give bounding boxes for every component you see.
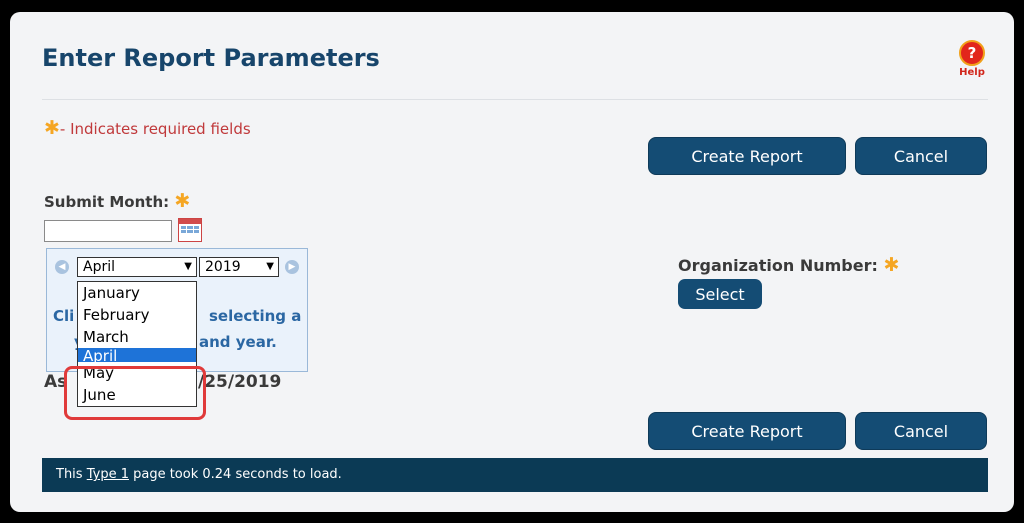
load-time-footer: This Type 1 page took 0.24 seconds to lo… — [42, 458, 988, 492]
required-star-icon: ✱ — [44, 117, 60, 139]
organization-number-label: Organization Number: ✱ — [678, 254, 899, 276]
footer-type-link[interactable]: Type 1 — [87, 467, 129, 482]
required-star-icon: ✱ — [883, 254, 900, 276]
month-select-value: April — [83, 259, 115, 275]
footer-text: page took 0.24 seconds to load. — [128, 467, 342, 482]
year-select[interactable]: 2019 ▼ — [199, 257, 279, 277]
required-note-text: - Indicates required fields — [59, 120, 251, 138]
month-option[interactable]: March — [78, 326, 196, 348]
help-label: Help — [959, 67, 985, 78]
required-star-icon: ✱ — [174, 190, 191, 212]
create-report-button-bottom[interactable]: Create Report — [648, 412, 846, 450]
hint-fragment: selecting a — [209, 307, 302, 325]
footer-text: This — [56, 467, 87, 482]
help-button[interactable]: ? Help — [955, 40, 989, 78]
submit-month-label: Submit Month: ✱ — [44, 190, 190, 212]
month-option-selected[interactable]: April — [78, 348, 196, 362]
year-select-value: 2019 — [205, 259, 241, 275]
next-arrow-icon[interactable]: ▶ — [285, 260, 299, 274]
divider — [42, 99, 988, 100]
create-report-button-top[interactable]: Create Report — [648, 137, 846, 175]
hint-fragment: Cli — [53, 307, 75, 325]
dropdown-arrow-icon: ▼ — [266, 261, 274, 272]
month-option[interactable]: January — [78, 282, 196, 304]
annotation-highlight-box — [64, 366, 206, 420]
hint-fragment: and year. — [199, 333, 277, 351]
cancel-button-top[interactable]: Cancel — [855, 137, 987, 175]
cancel-button-bottom[interactable]: Cancel — [855, 412, 987, 450]
month-select[interactable]: April ▼ — [77, 257, 197, 277]
required-note: ✱- Indicates required fields — [44, 117, 251, 139]
page-title: Enter Report Parameters — [42, 44, 380, 72]
dropdown-arrow-icon: ▼ — [184, 261, 192, 272]
organization-label-text: Organization Number: — [678, 256, 878, 275]
submit-month-label-text: Submit Month: — [44, 193, 170, 211]
prev-arrow-icon[interactable]: ◀ — [55, 260, 69, 274]
submit-month-input[interactable] — [44, 220, 172, 242]
select-organization-button[interactable]: Select — [678, 279, 762, 309]
month-option[interactable]: February — [78, 304, 196, 326]
help-icon: ? — [959, 40, 985, 66]
calendar-icon[interactable] — [178, 218, 202, 242]
as-of-date: /25/2019 — [198, 372, 282, 392]
